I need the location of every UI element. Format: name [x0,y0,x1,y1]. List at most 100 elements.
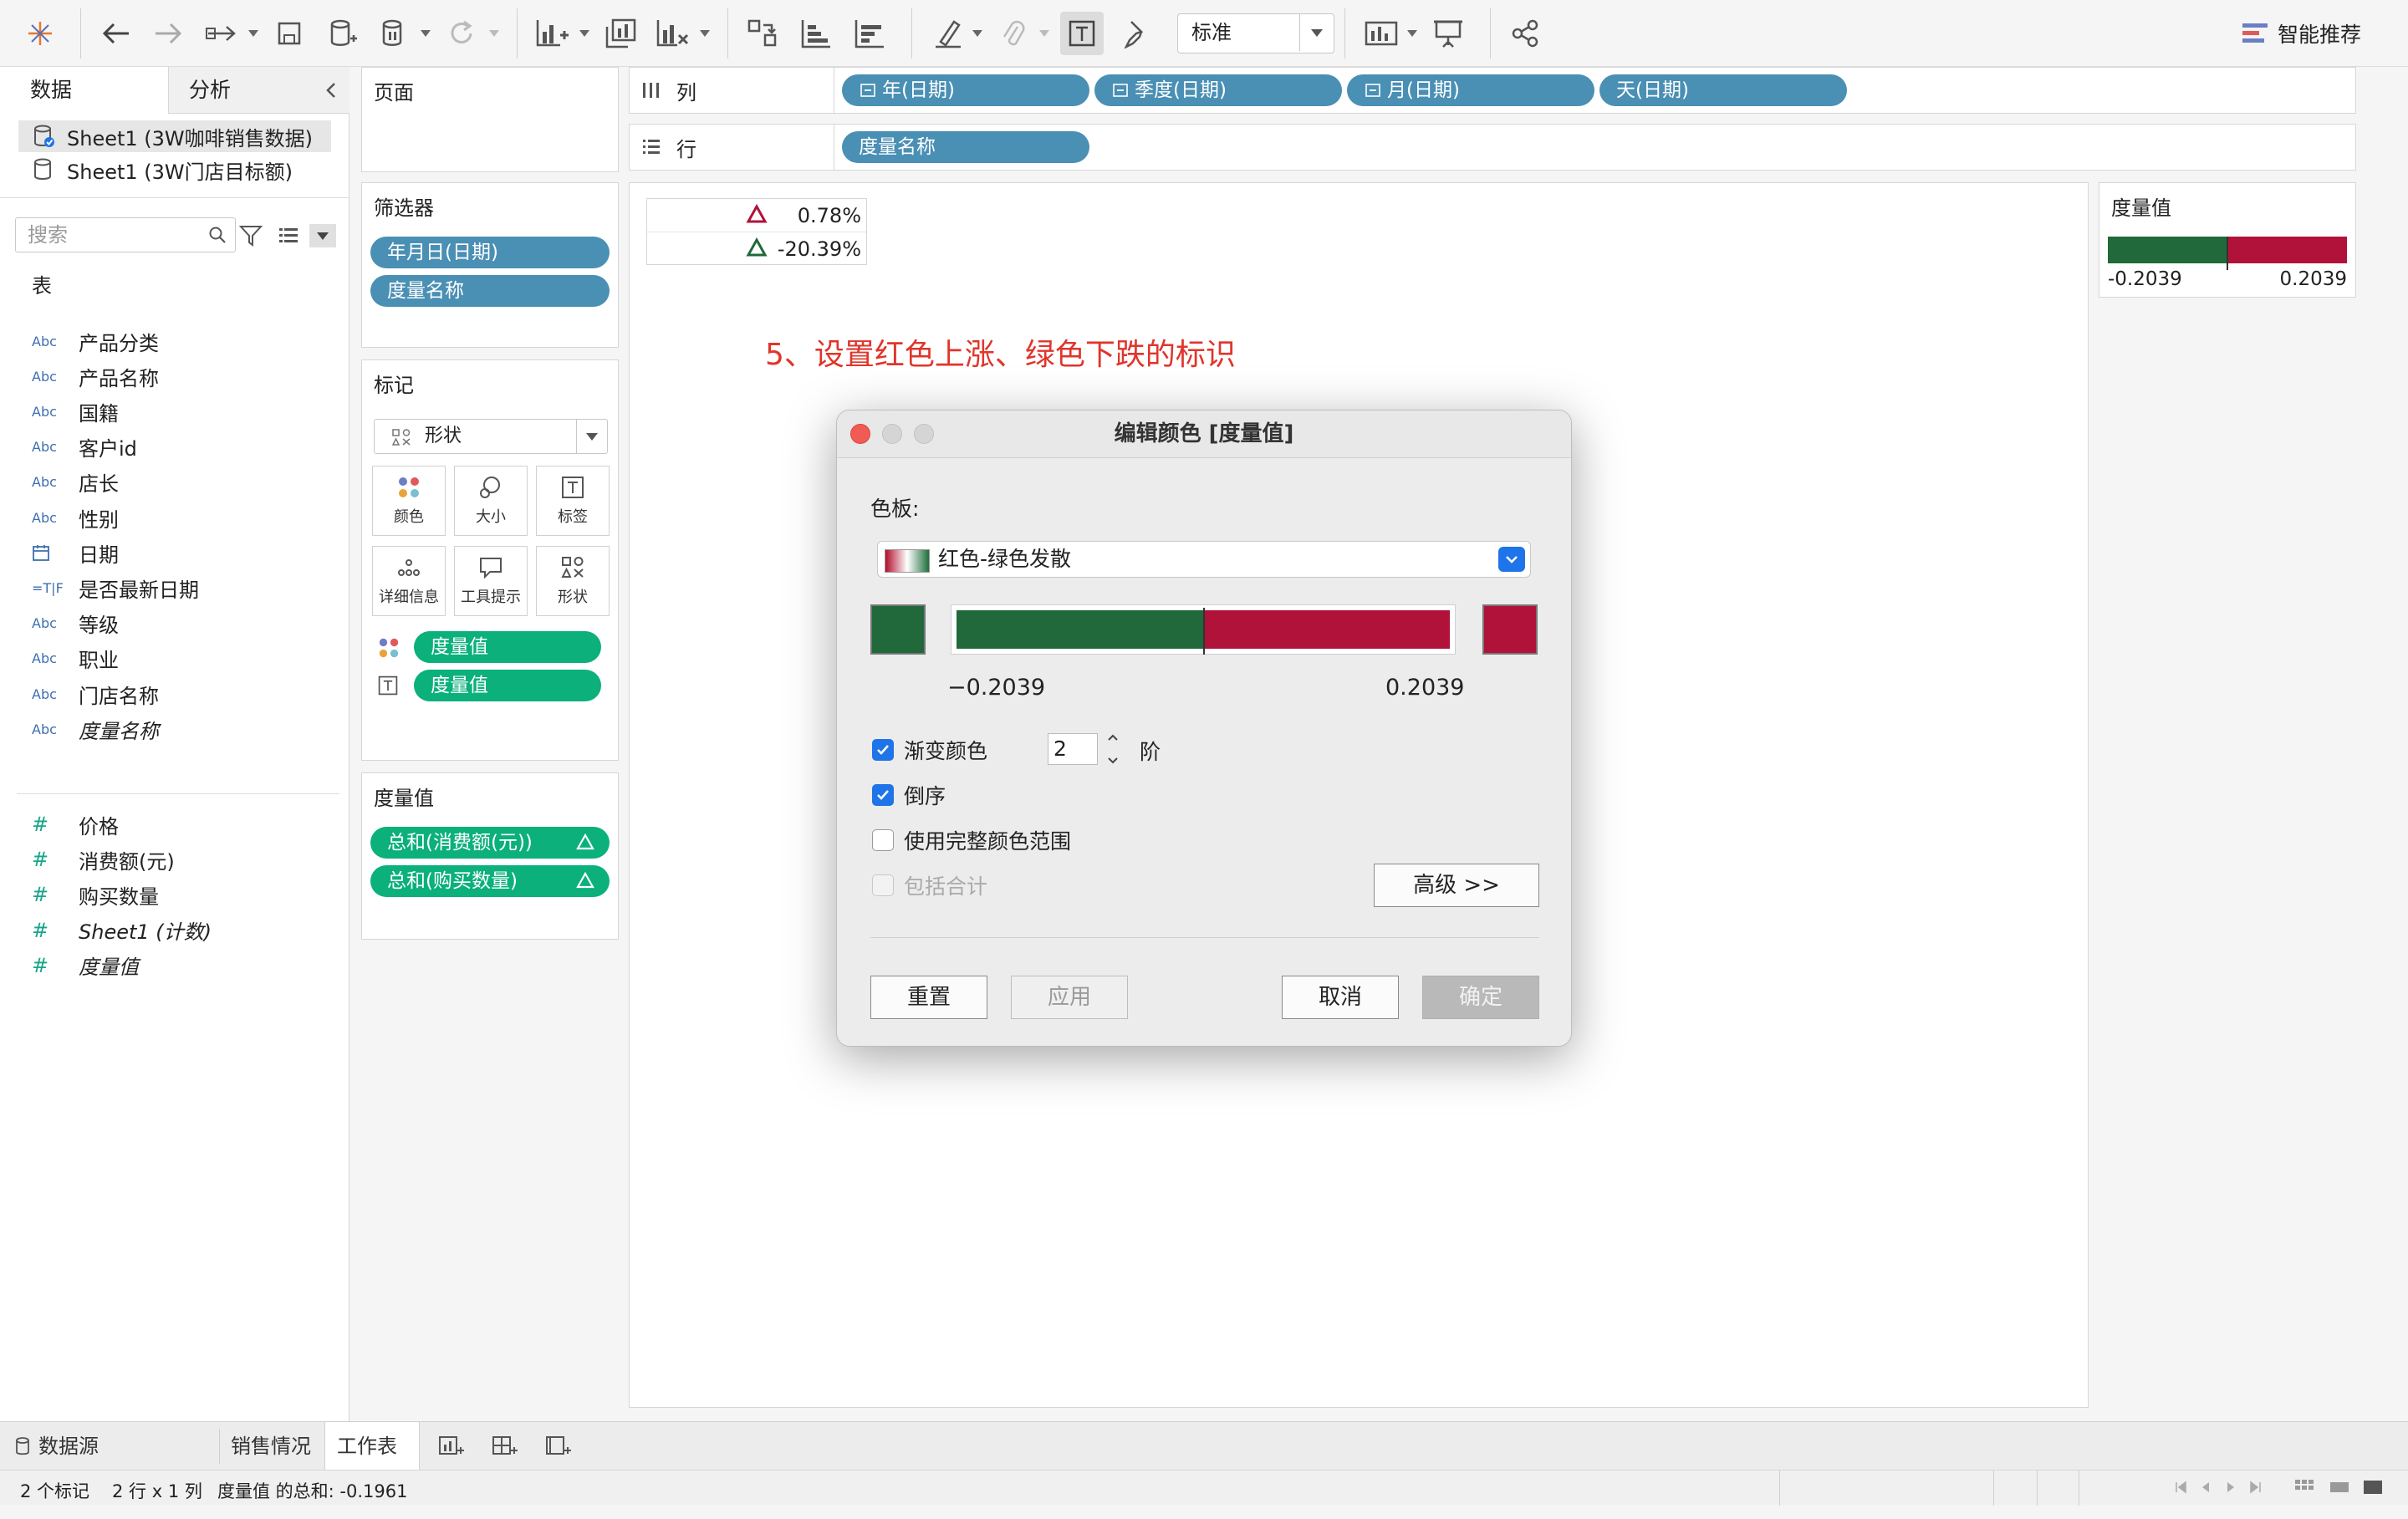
chevron-down-icon[interactable] [697,25,712,42]
filters-shelf[interactable]: 筛选器 年月日(日期) 度量名称 [361,182,619,348]
chevron-down-icon[interactable] [487,25,502,42]
dimension-field[interactable]: 日期 [32,536,119,569]
grid-view-icon[interactable] [2294,1479,2314,1496]
chevron-down-icon[interactable] [418,25,433,42]
minimize-window-button[interactable] [882,424,902,444]
sort-ascending-icon[interactable] [794,12,838,55]
swap-rows-columns-icon[interactable] [741,12,784,55]
ok-button[interactable]: 确定 [1422,976,1539,1019]
color-legend[interactable]: 度量值 -0.2039 0.2039 [2099,182,2356,298]
chevron-down-icon[interactable] [1037,25,1052,42]
measure-field[interactable]: # 度量值 [32,949,139,982]
share-icon[interactable] [1503,12,1547,55]
group-paperclip-icon[interactable] [992,12,1035,55]
sort-descending-icon[interactable] [848,12,891,55]
collapse-pane-icon[interactable] [326,82,336,99]
save-icon[interactable] [268,12,311,55]
measure-value-pill[interactable]: 总和(消费额(元)) [370,827,610,859]
dimension-field[interactable]: Abc 国籍 [32,395,119,428]
new-worksheet-icon[interactable] [530,12,574,55]
measure-field[interactable]: # 购买数量 [32,878,159,911]
end-color-swatch[interactable] [1482,604,1538,655]
new-datasource-icon[interactable] [321,12,365,55]
redo-icon[interactable] [147,12,191,55]
tableau-logo-icon[interactable] [18,12,62,55]
field-search-input[interactable]: 搜索 [15,217,236,252]
show-mark-labels-icon[interactable] [1060,12,1104,55]
tab-analytics[interactable]: 分析 [169,67,349,114]
detail-mark-button[interactable]: 详细信息 [372,546,446,616]
reverse-checkbox[interactable] [872,784,894,806]
new-worksheet-icon[interactable] [438,1434,465,1459]
column-pill[interactable]: 月(日期) [1347,74,1594,106]
chevron-down-icon[interactable] [577,25,592,42]
show-cards-icon[interactable] [1360,12,1403,55]
chevron-down-icon[interactable] [970,25,985,42]
dimension-field[interactable]: Abc 性别 [32,501,119,534]
fit-select[interactable]: 标准 [1177,13,1334,54]
size-mark-button[interactable]: 大小 [454,466,528,536]
measure-field[interactable]: # 消费额(元) [32,843,175,876]
chevron-down-icon[interactable] [1405,25,1420,42]
filter-pill[interactable]: 年月日(日期) [370,237,610,268]
tab-sheet[interactable]: 销售情况 [219,1422,324,1471]
show-me-button[interactable]: 智能推荐 [2241,17,2361,50]
presentation-mode-icon[interactable] [1426,12,1470,55]
dimension-field[interactable]: Abc 产品分类 [32,324,159,358]
dimension-field[interactable]: Abc 产品名称 [32,359,159,393]
shape-mark-button[interactable]: 形状 [536,546,610,616]
list-view-icon[interactable] [278,226,299,246]
advanced-button[interactable]: 高级 >> [1374,864,1539,907]
chevron-down-icon[interactable] [309,224,336,247]
new-dashboard-icon[interactable] [492,1434,518,1459]
reset-button[interactable]: 重置 [870,976,987,1019]
palette-select[interactable]: 红色-绿色发散 [877,541,1531,578]
zoom-window-button[interactable] [914,424,934,444]
stepped-color-option[interactable]: 渐变颜色 [872,733,987,767]
measure-value-pill[interactable]: 总和(购买数量) [370,865,610,897]
dimension-field[interactable]: Abc 客户id [32,431,137,464]
duplicate-sheet-icon[interactable] [599,12,642,55]
steps-stepper[interactable] [1101,733,1125,765]
label-mark-button[interactable]: 标签 [536,466,610,536]
stepped-color-checkbox[interactable] [872,739,894,761]
tooltip-mark-button[interactable]: 工具提示 [454,546,528,616]
dimension-field[interactable]: Abc 等级 [32,607,119,640]
tab-data[interactable]: 数据 [0,67,169,114]
reverse-option[interactable]: 倒序 [872,778,946,812]
chevron-up-icon[interactable] [1107,733,1119,742]
clear-sheet-icon[interactable] [650,12,694,55]
filter-pill[interactable]: 度量名称 [370,275,610,307]
columns-shelf[interactable]: 列 年(日期) 季度(日期) 月(日期) 天(日期) [629,67,2356,114]
fix-axes-pin-icon[interactable] [1114,12,1157,55]
last-page-icon[interactable] [2249,1481,2263,1494]
measure-field[interactable]: # 价格 [32,808,119,841]
datasource-item[interactable]: Sheet1 (3W咖啡销售数据) [18,120,331,152]
steps-input[interactable]: 2 [1048,733,1098,765]
filter-icon[interactable] [239,224,263,247]
dimension-field[interactable]: Abc 门店名称 [32,677,159,711]
replay-icon[interactable] [201,12,244,55]
column-pill[interactable]: 季度(日期) [1094,74,1342,106]
highlight-icon[interactable] [926,12,970,55]
rows-shelf[interactable]: 行 度量名称 [629,124,2356,171]
dimension-field[interactable]: Abc 职业 [32,642,119,675]
label-encoding-pill[interactable]: 度量值 [414,670,601,701]
measure-field[interactable]: # Sheet1 (计数) [32,914,212,947]
column-pill[interactable]: 天(日期) [1599,74,1847,106]
refresh-icon[interactable] [440,12,483,55]
cancel-button[interactable]: 取消 [1282,976,1399,1019]
tabs-view-icon[interactable] [2363,1479,2383,1496]
undo-icon[interactable] [94,12,137,55]
close-window-button[interactable] [850,424,870,444]
chevron-down-icon[interactable] [1107,757,1119,765]
dimension-field[interactable]: Abc 度量名称 [32,712,159,746]
new-story-icon[interactable] [545,1434,572,1459]
pause-update-icon[interactable] [373,12,416,55]
pages-shelf[interactable]: 页面 [361,67,619,172]
full-range-option[interactable]: 使用完整颜色范围 [872,823,1071,857]
color-mark-button[interactable]: 颜色 [372,466,446,536]
full-range-checkbox[interactable] [872,829,894,851]
first-page-icon[interactable] [2174,1481,2187,1494]
color-encoding-pill[interactable]: 度量值 [414,631,601,663]
